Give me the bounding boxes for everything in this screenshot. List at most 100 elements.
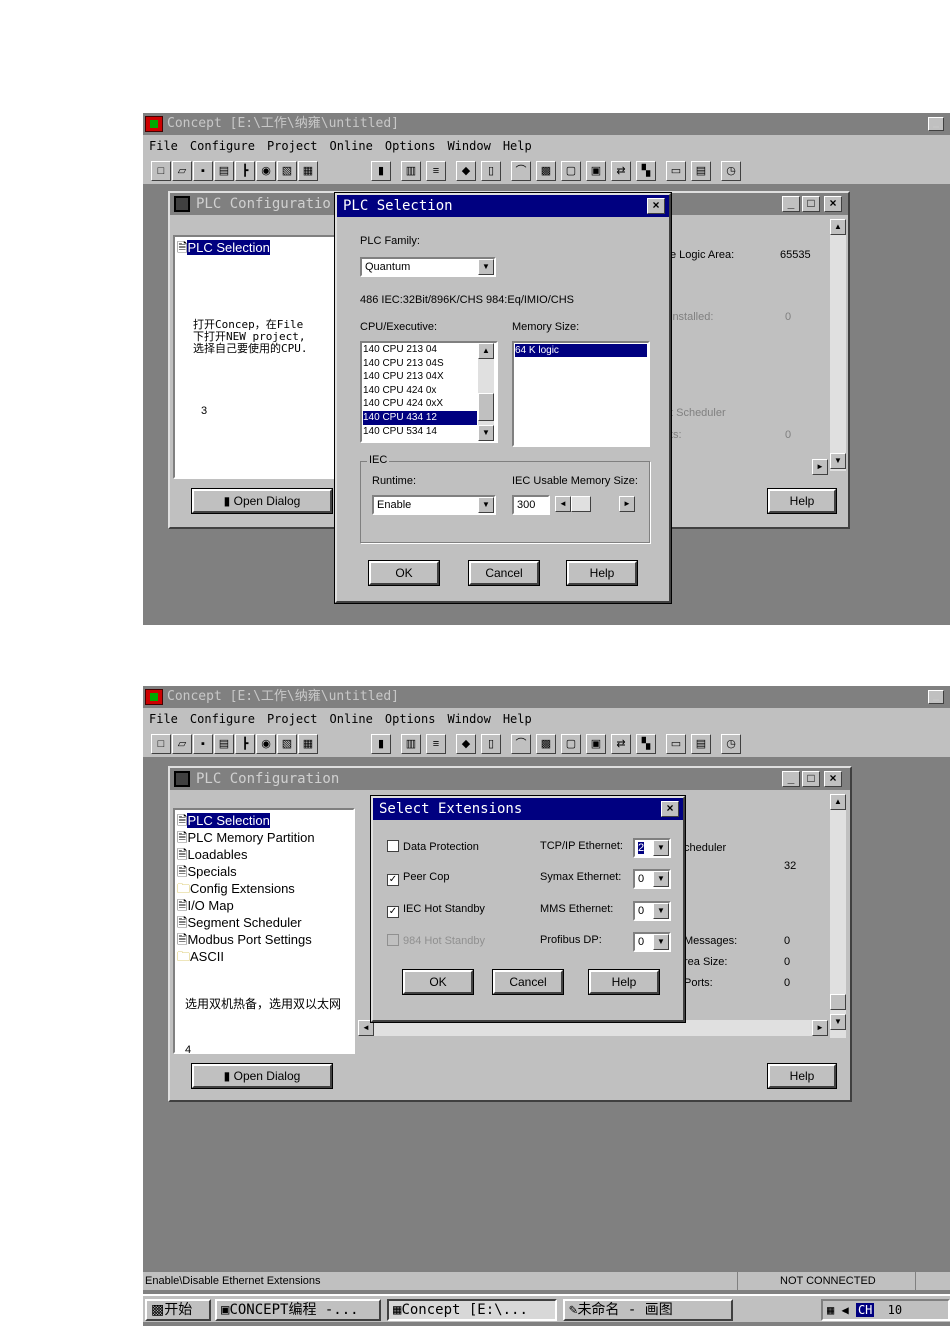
increase-icon[interactable]: ►	[619, 496, 635, 512]
mb-icon[interactable]: ▤	[691, 161, 711, 181]
memory-icon[interactable]: ▦	[298, 161, 318, 181]
menu-options[interactable]: Options	[379, 135, 442, 157]
list-item[interactable]: 140 CPU 213 04	[363, 343, 496, 357]
list-item[interactable]: 140 CPU 213 04X	[363, 370, 496, 384]
input-language-indicator[interactable]: CH	[855, 1303, 875, 1317]
tree-item-specials[interactable]: 🗎Specials	[177, 863, 353, 880]
cancel-button[interactable]: Cancel	[492, 969, 564, 995]
tree-item-segment-scheduler[interactable]: 🗎Segment Scheduler	[177, 914, 353, 931]
decrease-icon[interactable]: ◄	[555, 496, 571, 512]
open-dialog-button[interactable]: ▮ Open Dialog	[191, 488, 333, 514]
peer-cop-checkbox[interactable]: ✓ Peer Cop	[387, 871, 449, 886]
list-item-selected[interactable]: 140 CPU 434 12	[363, 410, 477, 425]
module-icon[interactable]: ▯	[481, 161, 501, 181]
close-button[interactable]: ×	[647, 198, 665, 214]
memory-size-listbox[interactable]: 64 K logic	[512, 341, 650, 447]
tree-icon[interactable]: ┣	[235, 734, 255, 754]
iec-hot-standby-checkbox[interactable]: ✓ IEC Hot Standby	[387, 903, 485, 918]
maximize-button[interactable]: □	[802, 196, 820, 212]
help-button[interactable]: Help	[767, 1063, 837, 1089]
profibus-dp-select[interactable]: 0 ▼	[633, 932, 671, 952]
tree-icon[interactable]: ┣	[235, 161, 255, 181]
scroll-up-icon[interactable]: ▲	[830, 219, 846, 235]
taskbar-item-concept-doc[interactable]: ▣CONCEPT编程 -...	[215, 1299, 381, 1321]
start-button[interactable]: ▩开始	[145, 1299, 211, 1321]
new-file-icon[interactable]: □	[151, 161, 171, 181]
grid-icon[interactable]: ▩	[536, 161, 556, 181]
grid-icon[interactable]: ▩	[536, 734, 556, 754]
menu-help[interactable]: Help	[497, 135, 538, 157]
chevron-down-icon[interactable]: ▼	[478, 259, 494, 275]
find-icon[interactable]: ◉	[256, 161, 276, 181]
plc-icon[interactable]: ▮	[371, 161, 391, 181]
minimize-button[interactable]: _	[782, 196, 800, 212]
network-icon[interactable]: ▣	[586, 161, 606, 181]
network-icon[interactable]: ▣	[586, 734, 606, 754]
tree-item-plc-memory-partition[interactable]: 🗎PLC Memory Partition	[177, 829, 353, 846]
maximize-button[interactable]: □	[802, 771, 820, 787]
tree-item-ascii[interactable]: 🗀ASCII	[177, 948, 353, 965]
minimize-button[interactable]: _	[928, 117, 944, 131]
properties-icon[interactable]: ▤	[214, 161, 234, 181]
checked-icon[interactable]: ✓	[387, 874, 399, 886]
data-protection-checkbox[interactable]: Data Protection	[387, 840, 479, 853]
paste-icon[interactable]: ▧	[277, 161, 297, 181]
lock-icon[interactable]: ▢	[561, 161, 581, 181]
properties-icon[interactable]: ▤	[214, 734, 234, 754]
list-item-selected[interactable]: 64 K logic	[515, 344, 647, 357]
bus-icon[interactable]: ≡	[426, 161, 446, 181]
scroll-up-icon[interactable]: ▲	[830, 794, 846, 810]
menu-project[interactable]: Project	[261, 135, 324, 157]
ascii-icon[interactable]: ▭	[666, 734, 686, 754]
timer-icon[interactable]: ◷	[721, 734, 741, 754]
help-button[interactable]: Help	[566, 560, 638, 586]
taskbar-item-paint[interactable]: ✎未命名 - 画图	[563, 1299, 733, 1321]
menu-file[interactable]: File	[143, 135, 184, 157]
menu-window[interactable]: Window	[441, 135, 496, 157]
list-item[interactable]: 140 CPU 213 04S	[363, 357, 496, 371]
symax-ethernet-select[interactable]: 0 ▼	[633, 869, 671, 889]
io-map-icon[interactable]: ▥	[401, 161, 421, 181]
paste-icon[interactable]: ▧	[277, 734, 297, 754]
rack-icon[interactable]: ⌒	[511, 734, 531, 754]
scroll-right-icon[interactable]: ►	[812, 1020, 828, 1036]
tree-item-plc-selection[interactable]: 🗎PLC Selection	[177, 812, 353, 829]
clock[interactable]: 10	[888, 1303, 902, 1317]
transfer-icon[interactable]: ⇄	[611, 161, 631, 181]
transfer-icon[interactable]: ⇄	[611, 734, 631, 754]
chevron-down-icon[interactable]: ▼	[653, 840, 669, 856]
plc-family-select[interactable]: Quantum ▼	[360, 257, 496, 277]
horizontal-scrollbar[interactable]: ◄ ►	[358, 1020, 828, 1036]
list-item[interactable]: 140 CPU 534 14	[363, 425, 496, 439]
bus-icon[interactable]: ≡	[426, 734, 446, 754]
tree-item-modbus-port-settings[interactable]: 🗎Modbus Port Settings	[177, 931, 353, 948]
car-icon[interactable]: ◆	[456, 734, 476, 754]
car-icon[interactable]: ◆	[456, 161, 476, 181]
tree-item-io-map[interactable]: 🗎I/O Map	[177, 897, 353, 914]
open-file-icon[interactable]: ▱	[172, 161, 192, 181]
ok-button[interactable]: OK	[368, 560, 440, 586]
network-tray-icon[interactable]: ▦	[827, 1303, 834, 1317]
cancel-button[interactable]: Cancel	[468, 560, 540, 586]
scroll-down-icon[interactable]: ▼	[830, 453, 846, 469]
menu-window[interactable]: Window	[441, 708, 496, 730]
scroll-down-icon[interactable]: ▼	[830, 1014, 846, 1030]
plc-icon[interactable]: ▮	[371, 734, 391, 754]
tree-item-config-extensions[interactable]: 🗀Config Extensions	[177, 880, 353, 897]
list-item[interactable]: 140 CPU 424 0x	[363, 384, 496, 398]
chevron-down-icon[interactable]: ▼	[653, 871, 669, 887]
iec-memory-input[interactable]: 300	[512, 495, 550, 515]
slider-track[interactable]	[571, 496, 591, 512]
minimize-button[interactable]: _	[782, 771, 800, 787]
chevron-down-icon[interactable]: ▼	[653, 903, 669, 919]
menu-online[interactable]: Online	[324, 708, 379, 730]
checked-icon[interactable]: ✓	[387, 906, 399, 918]
chevron-down-icon[interactable]: ▼	[653, 934, 669, 950]
scroll-left-icon[interactable]: ◄	[358, 1020, 374, 1036]
menu-help[interactable]: Help	[497, 708, 538, 730]
cpu-listbox[interactable]: 140 CPU 213 04 140 CPU 213 04S 140 CPU 2…	[360, 341, 498, 443]
ascii-icon[interactable]: ▭	[666, 161, 686, 181]
vertical-scrollbar[interactable]: ▲ ▼	[830, 219, 846, 471]
checkbox-icon[interactable]	[387, 840, 399, 852]
scroll-down-icon[interactable]: ▼	[478, 425, 494, 441]
